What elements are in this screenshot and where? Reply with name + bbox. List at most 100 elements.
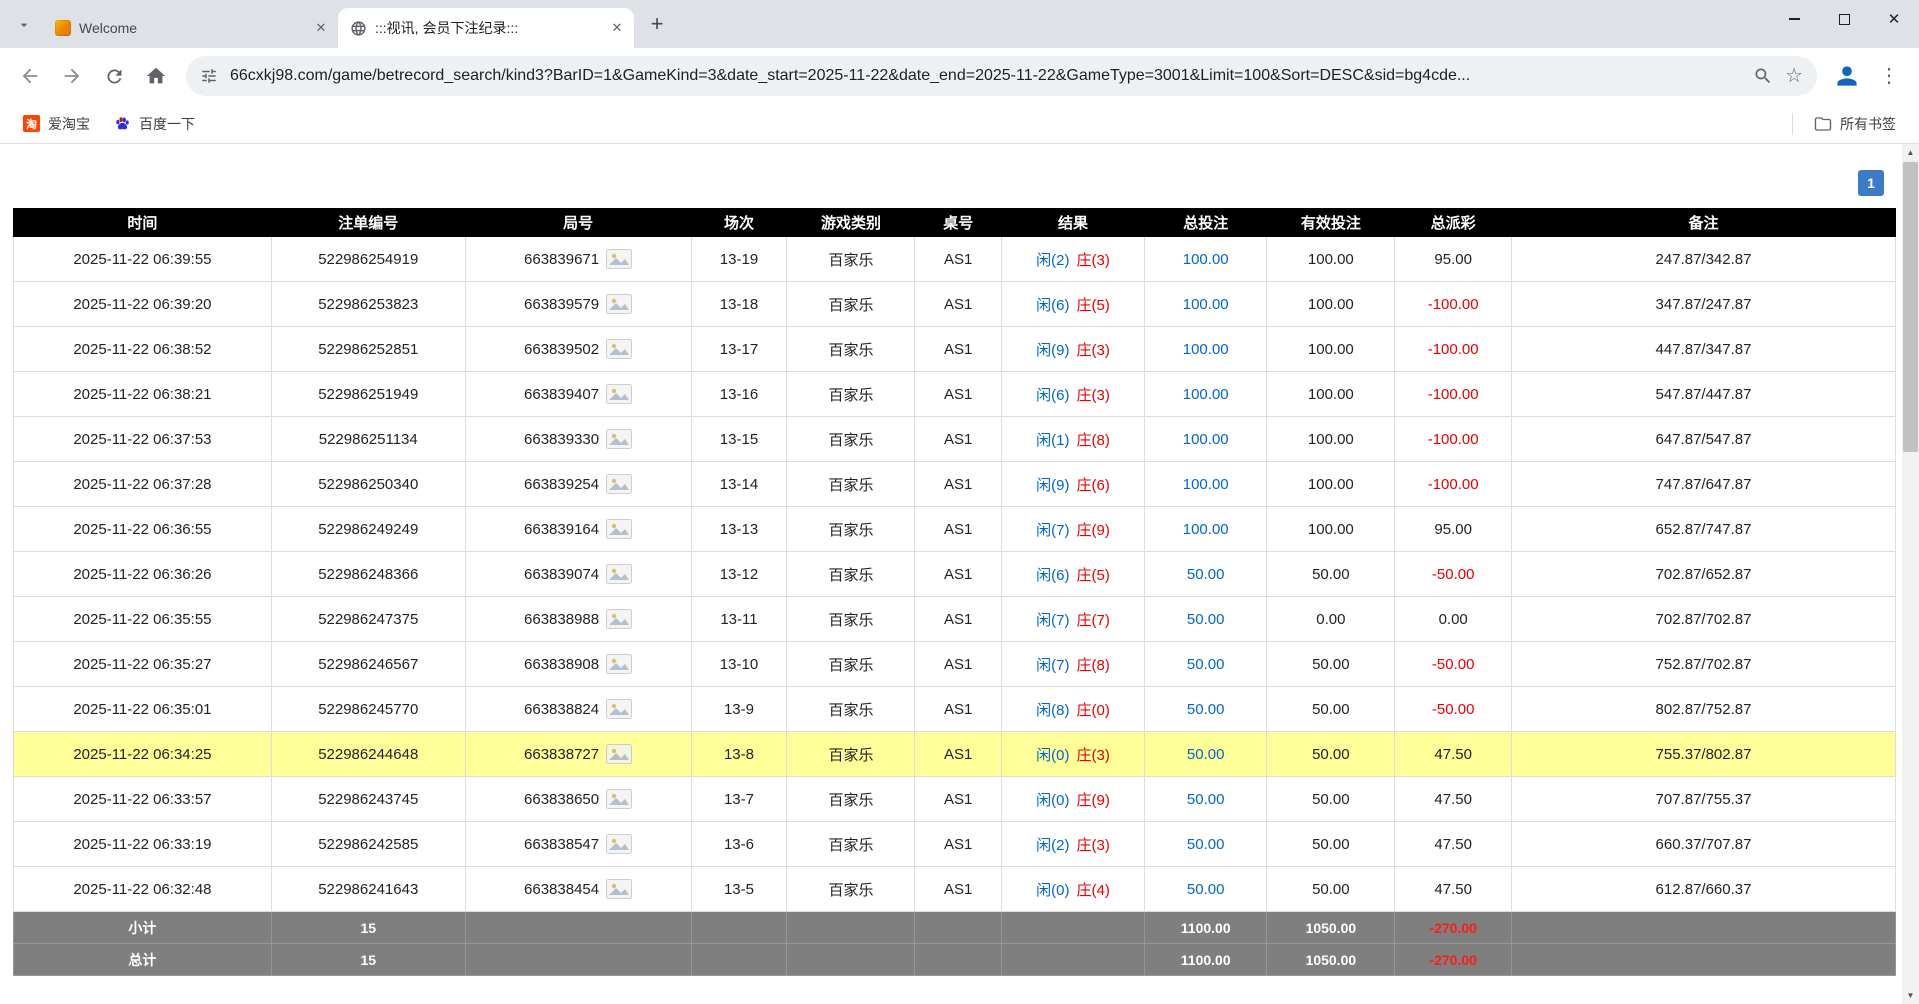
summary-count: 15 [271,944,465,976]
back-button[interactable] [10,56,50,96]
cell-time: 2025-11-22 06:36:55 [14,507,272,552]
round-replay-icon[interactable] [606,519,632,539]
summary-label: 小计 [14,912,272,944]
tab-welcome[interactable]: Welcome ✕ [42,8,338,48]
total-bet-link[interactable]: 100.00 [1183,251,1229,268]
scroll-up-button[interactable]: ▲ [1902,144,1919,161]
round-number: 663839164 [524,521,599,538]
cell-payout: -100.00 [1395,417,1512,462]
table-row: 2025-11-22 06:39:20 522986253823 6638395… [14,282,1896,327]
welcome-tab-favicon [54,20,71,37]
minimize-button[interactable] [1769,0,1819,38]
all-bookmarks-button[interactable]: 所有书签 [1805,109,1905,139]
cell-total-bet: 50.00 [1145,642,1267,687]
bookmark-aitaobao[interactable]: 淘 爱淘宝 [14,109,99,139]
cell-round: 663838454 [465,867,691,912]
result-player: 闲(6) [1036,387,1069,404]
total-bet-link[interactable]: 50.00 [1187,881,1225,898]
tab-search-button[interactable] [10,11,38,39]
round-replay-icon[interactable] [606,294,632,314]
tab-bet-record[interactable]: :::视讯, 会员下注纪录::: ✕ [338,8,634,48]
cell-table: AS1 [915,237,1002,282]
round-replay-icon[interactable] [606,384,632,404]
cell-payout: -100.00 [1395,282,1512,327]
cell-payout: 47.50 [1395,777,1512,822]
forward-button[interactable] [52,56,92,96]
total-bet-link[interactable]: 50.00 [1187,611,1225,628]
page-1-button[interactable]: 1 [1858,170,1884,196]
baidu-paw-icon [114,115,131,132]
total-bet-link[interactable]: 100.00 [1183,296,1229,313]
total-bet-link[interactable]: 100.00 [1183,341,1229,358]
cell-payout: -100.00 [1395,462,1512,507]
cell-remark: 802.87/752.87 [1512,687,1896,732]
table-row: 2025-11-22 06:35:55 522986247375 6638389… [14,597,1896,642]
round-replay-icon[interactable] [606,789,632,809]
profile-button[interactable] [1827,56,1867,96]
summary-empty [787,912,915,944]
total-bet-link[interactable]: 100.00 [1183,521,1229,538]
round-replay-icon[interactable] [606,654,632,674]
total-bet-link[interactable]: 100.00 [1183,386,1229,403]
total-bet-link[interactable]: 50.00 [1187,566,1225,583]
round-replay-icon[interactable] [606,474,632,494]
maximize-button[interactable] [1819,0,1869,38]
cell-valid-bet: 50.00 [1267,642,1395,687]
bookmark-baidu[interactable]: 百度一下 [105,109,204,139]
total-bet-link[interactable]: 50.00 [1187,791,1225,808]
cell-game: 百家乐 [787,282,915,327]
total-bet-link[interactable]: 50.00 [1187,836,1225,853]
cell-round: 663838727 [465,732,691,777]
close-icon: ✕ [1888,12,1901,27]
round-replay-icon[interactable] [606,339,632,359]
cell-total-bet: 50.00 [1145,822,1267,867]
round-replay-icon[interactable] [606,744,632,764]
cell-time: 2025-11-22 06:35:01 [14,687,272,732]
result-banker: 庄(7) [1077,612,1110,629]
cell-game: 百家乐 [787,732,915,777]
site-info-icon[interactable] [200,67,218,85]
total-bet-link[interactable]: 50.00 [1187,701,1225,718]
total-bet-link[interactable]: 100.00 [1183,476,1229,493]
new-tab-button[interactable]: + [642,9,672,39]
cell-total-bet: 100.00 [1145,417,1267,462]
cell-remark: 702.87/702.87 [1512,597,1896,642]
bookmark-star-icon[interactable]: ☆ [1785,66,1803,86]
round-replay-icon[interactable] [606,699,632,719]
scrollbar-thumb[interactable] [1903,162,1918,452]
result-banker: 庄(9) [1077,792,1110,809]
round-replay-icon[interactable] [606,429,632,449]
close-window-button[interactable]: ✕ [1869,0,1919,38]
scroll-down-button[interactable]: ▼ [1902,987,1919,1004]
tab-title: :::视讯, 会员下注纪录::: [375,18,600,38]
menu-button[interactable]: ⋮ [1869,56,1909,96]
result-player: 闲(2) [1036,252,1069,269]
cell-result: 闲(9)庄(3) [1002,327,1145,372]
home-button[interactable] [136,56,176,96]
tab-close-icon[interactable]: ✕ [312,19,330,37]
result-banker: 庄(3) [1077,747,1110,764]
cell-round: 663839330 [465,417,691,462]
zoom-icon[interactable] [1753,66,1773,86]
cell-result: 闲(6)庄(5) [1002,552,1145,597]
round-replay-icon[interactable] [606,249,632,269]
round-replay-icon[interactable] [606,879,632,899]
table-row: 2025-11-22 06:35:01 522986245770 6638388… [14,687,1896,732]
total-bet-link[interactable]: 50.00 [1187,746,1225,763]
reload-button[interactable] [94,56,134,96]
total-bet-link[interactable]: 100.00 [1183,431,1229,448]
round-replay-icon[interactable] [606,609,632,629]
cell-bet-id: 522986245770 [271,687,465,732]
pagination: 1 [0,144,1919,208]
cell-total-bet: 100.00 [1145,372,1267,417]
round-replay-icon[interactable] [606,564,632,584]
round-replay-icon[interactable] [606,834,632,854]
tab-close-icon[interactable]: ✕ [608,19,626,37]
address-bar[interactable]: 66cxkj98.com/game/betrecord_search/kind3… [186,56,1817,96]
total-bet-link[interactable]: 50.00 [1187,656,1225,673]
cell-table: AS1 [915,777,1002,822]
summary-empty [915,944,1002,976]
cell-table: AS1 [915,822,1002,867]
table-row: 2025-11-22 06:38:21 522986251949 6638394… [14,372,1896,417]
cell-game: 百家乐 [787,327,915,372]
